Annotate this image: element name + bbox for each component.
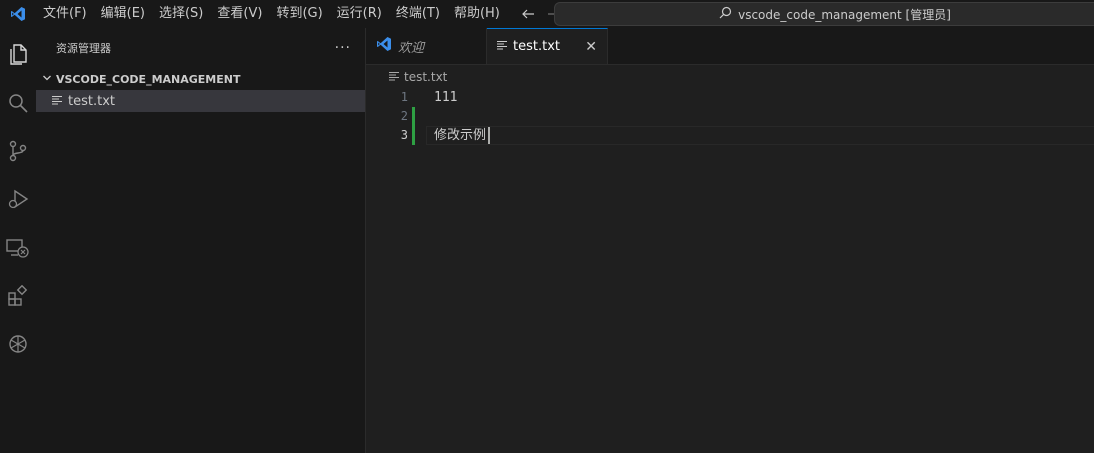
workspace-folder[interactable]: VSCODE_CODE_MANAGEMENT [36, 68, 365, 90]
editor-line: 1 111 [366, 88, 1094, 107]
more-actions-icon[interactable]: ··· [335, 40, 351, 56]
title-bar: 文件(F) 编辑(E) 选择(S) 查看(V) 转到(G) 运行(R) 终端(T… [0, 0, 1094, 28]
vscode-logo-icon [376, 36, 392, 56]
search-icon [719, 6, 732, 23]
modified-line-marker [412, 126, 415, 145]
line-number: 2 [400, 109, 408, 123]
menu-go[interactable]: 转到(G) [269, 0, 329, 28]
chatgpt-extension-icon[interactable] [0, 324, 36, 364]
explorer-title: 资源管理器 [56, 42, 111, 55]
tab-welcome[interactable]: 欢迎 [366, 28, 487, 64]
menu-bar: 文件(F) 编辑(E) 选择(S) 查看(V) 转到(G) 运行(R) 终端(T… [36, 0, 507, 28]
vscode-logo-icon [0, 0, 36, 28]
line-number: 3 [400, 128, 408, 142]
line-text: 修改示例 [434, 128, 487, 143]
search-label: vscode_code_management [管理员] [738, 7, 951, 22]
source-control-icon[interactable] [0, 131, 36, 171]
explorer-sidebar: 资源管理器 ··· VSCODE_CODE_MANAGEMENT test.tx… [36, 28, 366, 453]
modified-line-marker [412, 107, 415, 126]
activity-bar [0, 28, 37, 453]
menu-file[interactable]: 文件(F) [36, 0, 94, 28]
file-item-label: test.txt [68, 93, 115, 109]
close-icon[interactable]: ✕ [585, 39, 597, 55]
text-cursor [488, 127, 490, 144]
text-file-icon [389, 70, 399, 85]
command-center-search[interactable]: vscode_code_management [管理员] [554, 2, 1094, 26]
menu-run[interactable]: 运行(R) [330, 0, 389, 28]
run-debug-icon[interactable] [0, 179, 36, 219]
text-file-icon [52, 94, 62, 109]
tab-test-txt-label: test.txt [513, 39, 560, 54]
line-number: 1 [400, 90, 408, 104]
menu-help[interactable]: 帮助(H) [447, 0, 507, 28]
search-view-icon[interactable] [0, 83, 36, 123]
back-arrow-icon[interactable] [515, 2, 541, 26]
menu-selection[interactable]: 选择(S) [152, 0, 210, 28]
breadcrumb-file[interactable]: test.txt [404, 70, 447, 84]
text-editor[interactable]: 1 111 2 3 修改示例 [366, 88, 1094, 453]
menu-edit[interactable]: 编辑(E) [94, 0, 152, 28]
remote-explorer-icon[interactable] [0, 228, 36, 268]
explorer-files-icon[interactable] [0, 34, 36, 74]
menu-view[interactable]: 查看(V) [210, 0, 269, 28]
editor-line: 3 修改示例 [366, 126, 1094, 145]
text-file-icon [497, 39, 507, 54]
tab-welcome-label: 欢迎 [398, 40, 425, 56]
editor-line: 2 [366, 107, 1094, 126]
tab-test-txt[interactable]: test.txt ✕ [487, 28, 608, 64]
menu-terminal[interactable]: 终端(T) [389, 0, 447, 28]
extensions-icon[interactable] [0, 276, 36, 316]
editor-tabs: 欢迎 test.txt ✕ [366, 28, 1094, 65]
explorer-header: 资源管理器 ··· [36, 28, 365, 68]
chevron-down-icon [42, 72, 52, 87]
breadcrumb: test.txt [389, 68, 447, 86]
file-item-test-txt[interactable]: test.txt [36, 90, 365, 112]
line-text: 111 [434, 90, 458, 105]
workspace-folder-label: VSCODE_CODE_MANAGEMENT [56, 72, 241, 86]
